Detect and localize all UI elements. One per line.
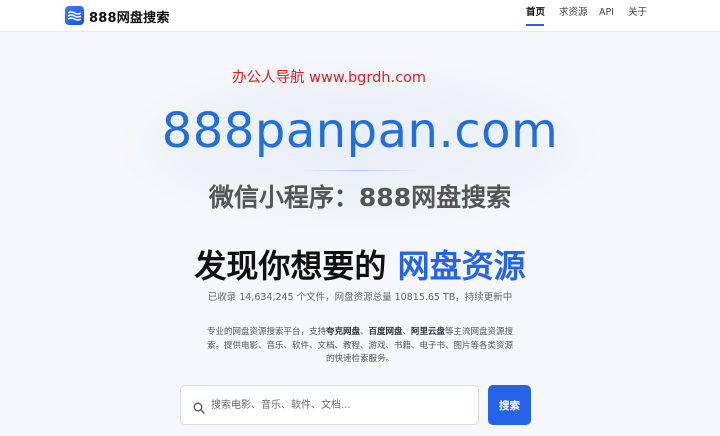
nav-request-resource[interactable]: 求资源	[559, 0, 588, 32]
stats-text: 已收录 14,634,245 个文件，网盘资源总量 10815.65 TB，持续…	[207, 292, 513, 303]
watermark-nav-site: 办公人导航 www.bgrdh.com	[232, 70, 427, 86]
aliyun-drive-label: 阿里云盘	[411, 327, 446, 337]
quark-drive-label: 夸克网盘	[325, 327, 360, 337]
search-input[interactable]	[211, 395, 461, 415]
description-separator: 、	[402, 327, 412, 337]
search-button[interactable]: 搜索	[488, 385, 531, 425]
nav-api[interactable]: API	[599, 0, 614, 32]
top-navbar: 888网盘搜索 首页 求资源 API 关于	[0, 0, 720, 32]
brand-name[interactable]: 888网盘搜索	[89, 7, 170, 26]
search-icon	[193, 399, 205, 418]
search-box[interactable]	[180, 385, 479, 425]
site-description: 专业的网盘资源搜索平台，支持夸克网盘、百度网盘、阿里云盘等主流网盘资源搜索。提供…	[205, 326, 515, 367]
logo-icon[interactable]	[65, 6, 84, 25]
baidu-drive-label: 百度网盘	[368, 327, 403, 337]
hero-title: 发现你想要的 网盘资源	[0, 241, 720, 287]
hero-title-plain: 发现你想要的	[194, 247, 398, 285]
watermark-divider	[300, 170, 420, 171]
nav-about[interactable]: 关于	[628, 0, 647, 32]
watermark-domain: 888panpan.com	[161, 103, 559, 159]
description-text: 专业的网盘资源搜索平台，支持	[206, 327, 326, 337]
nav-home[interactable]: 首页	[526, 0, 545, 32]
watermark-miniprogram: 微信小程序：888网盘搜索	[208, 183, 512, 212]
nav-active-indicator	[526, 24, 544, 26]
hero-title-accent: 网盘资源	[397, 247, 526, 285]
